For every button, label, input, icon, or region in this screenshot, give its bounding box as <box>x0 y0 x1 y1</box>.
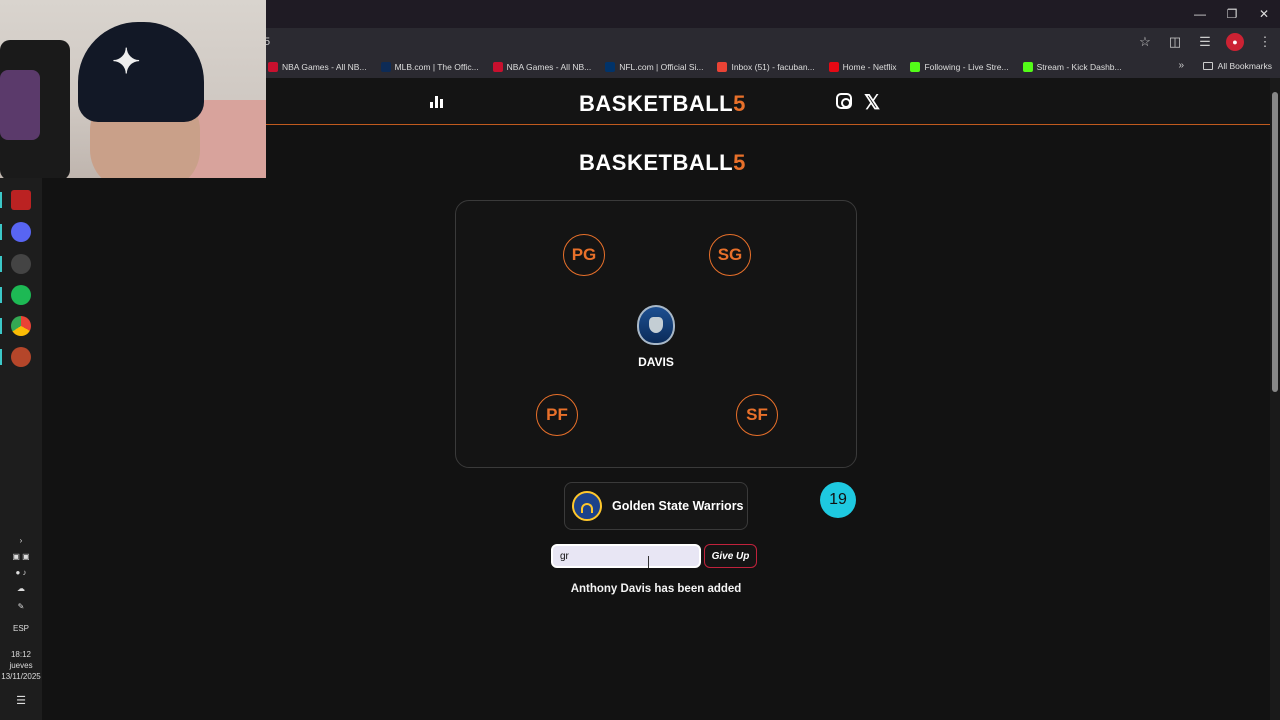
bookmark-star-icon[interactable]: ☆ <box>1136 33 1154 51</box>
profile-avatar-icon[interactable]: ● <box>1226 33 1244 51</box>
gmail-favicon-icon <box>717 62 728 72</box>
lineup-court: PG SG DAVIS PF SF <box>455 200 857 468</box>
x-twitter-icon[interactable]: 𝕏 <box>864 90 880 115</box>
obs-icon[interactable] <box>11 254 31 274</box>
bookmark-item[interactable]: Following - Live Stre... <box>910 62 1009 72</box>
bookmark-item[interactable]: Stream - Kick Dashb... <box>1022 62 1122 72</box>
webcam-overlay: ✦ <box>0 0 266 178</box>
url-field[interactable]: 5 <box>262 30 1162 54</box>
nba-favicon-icon <box>268 62 278 72</box>
filled-slot-center: DAVIS <box>626 305 686 369</box>
page-scrollbar[interactable] <box>1270 78 1280 720</box>
screen: — ❐ ✕ 5 ☆ ◫ ☰ ● ⋮ NBA Games - All NB... … <box>0 0 1280 720</box>
bookmark-item[interactable]: NBA Games - All NB... <box>492 62 591 72</box>
position-slot-pg: PG <box>563 234 605 276</box>
kick-favicon-icon <box>910 62 921 72</box>
mavericks-logo-icon <box>637 305 675 345</box>
nfl-favicon-icon <box>605 62 616 72</box>
game-app-icon[interactable] <box>11 347 31 367</box>
bookmark-item[interactable]: Home - Netflix <box>828 62 896 72</box>
instagram-icon[interactable] <box>836 93 852 109</box>
site-header: BASKETBALL5 𝕏 <box>266 78 1270 125</box>
position-slot-pf: PF <box>536 394 578 436</box>
browser-menu-icon[interactable]: ⋮ <box>1256 33 1274 51</box>
folder-icon <box>1202 62 1213 70</box>
taskbar-active-indicator <box>0 349 2 365</box>
taskbar-active-indicator <box>0 224 2 240</box>
scrollbar-thumb[interactable] <box>1272 92 1278 392</box>
window-controls: — ❐ ✕ <box>1184 0 1280 28</box>
kick-favicon-icon <box>1022 62 1033 72</box>
player-name: DAVIS <box>638 355 674 369</box>
warriors-logo-icon <box>572 491 602 521</box>
taskbar-active-indicator <box>0 256 2 272</box>
minimize-button[interactable]: — <box>1184 0 1216 28</box>
spotify-icon[interactable] <box>11 285 31 305</box>
position-slot-sg: SG <box>709 234 751 276</box>
nba-favicon-icon <box>492 62 503 72</box>
bookmark-item[interactable]: MLB.com | The Offic... <box>380 62 479 72</box>
header-logo[interactable]: BASKETBALL5 <box>579 91 746 117</box>
guesses-counter-badge: 19 <box>820 482 856 518</box>
discord-icon[interactable] <box>11 222 31 242</box>
address-bar-actions: ☆ ◫ ☰ ● ⋮ <box>1136 28 1274 56</box>
chrome-icon[interactable] <box>11 316 31 336</box>
close-window-button[interactable]: ✕ <box>1248 0 1280 28</box>
page-title: BASKETBALL5 <box>579 150 746 175</box>
status-message: Anthony Davis has been added <box>570 583 742 595</box>
text-cursor <box>648 556 650 568</box>
bookmark-item[interactable]: Inbox (51) - facuban... <box>717 62 815 72</box>
streamer-app-icon[interactable] <box>11 190 31 210</box>
chevron-right-icon[interactable]: › <box>0 536 42 545</box>
os-taskbar: › ▣ ▣ ● ♪ ☁ ✎ ESP 18:12 jueves 13/11/202… <box>0 178 42 720</box>
stats-icon[interactable] <box>430 96 443 108</box>
bookmark-item[interactable]: NFL.com | Official Si... <box>605 62 703 72</box>
give-up-button[interactable]: Give Up <box>704 544 757 568</box>
webcam-cap <box>78 22 204 122</box>
pen-icon[interactable]: ✎ <box>0 602 42 611</box>
cloud-icon[interactable]: ☁ <box>0 584 42 593</box>
clock-day: jueves <box>9 661 33 670</box>
player-guess-input[interactable] <box>551 544 701 568</box>
position-slot-sf: SF <box>736 394 778 436</box>
team-clue: Golden State Warriors <box>564 482 748 530</box>
taskbar-active-indicator <box>0 192 2 208</box>
webcam-cushion <box>0 70 40 140</box>
media-controls-icon[interactable]: ☰ <box>1196 33 1214 51</box>
taskbar-active-indicator <box>0 287 2 303</box>
team-name: Golden State Warriors <box>612 499 744 513</box>
language-indicator[interactable]: ESP <box>0 624 42 633</box>
taskbar-active-indicator <box>0 318 2 334</box>
notifications-icon[interactable]: ☰ <box>0 694 42 707</box>
all-bookmarks-button[interactable]: All Bookmarks <box>1202 61 1272 71</box>
mlb-favicon-icon <box>380 62 391 72</box>
clock-date: 13/11/2025 <box>1 672 41 681</box>
restore-button[interactable]: ❐ <box>1216 0 1248 28</box>
yankees-logo-icon: ✦ <box>112 42 141 82</box>
netflix-favicon-icon <box>828 62 839 72</box>
clock-time[interactable]: 18:12 <box>0 650 42 659</box>
bookmark-item[interactable]: NBA Games - All NB... <box>268 62 367 72</box>
mic-volume-icon[interactable]: ● ♪ <box>0 568 42 577</box>
extensions-icon[interactable]: ◫ <box>1166 33 1184 51</box>
tray-icons[interactable]: ▣ ▣ <box>0 552 42 561</box>
bookmarks-overflow-icon[interactable]: » <box>1178 60 1184 71</box>
